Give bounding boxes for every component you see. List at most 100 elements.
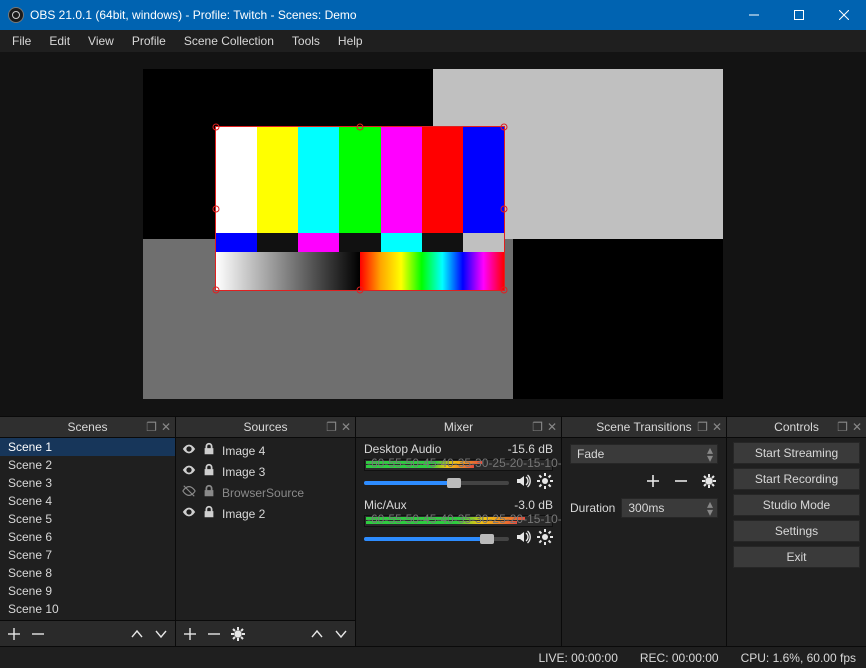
scene-item[interactable]: Scene 2	[0, 456, 175, 474]
scene-item[interactable]: Scene 8	[0, 564, 175, 582]
preview-source-black-2	[513, 239, 723, 399]
scene-toolbar	[0, 620, 175, 646]
source-toolbar	[176, 620, 355, 646]
scene-item[interactable]: Scene 5	[0, 510, 175, 528]
resize-handle-sw[interactable]	[213, 287, 220, 294]
menu-view[interactable]: View	[80, 32, 122, 50]
dock-scenes-header[interactable]: Scenes ❐✕	[0, 416, 175, 438]
scene-item[interactable]: Scene 10	[0, 600, 175, 618]
scene-add-button[interactable]	[6, 626, 22, 642]
dock-transitions-header[interactable]: Scene Transitions ❐✕	[562, 416, 726, 438]
scene-item[interactable]: Scene 3	[0, 474, 175, 492]
menu-file[interactable]: File	[4, 32, 39, 50]
source-item[interactable]: Image 2	[176, 503, 355, 524]
menu-profile[interactable]: Profile	[124, 32, 174, 50]
scene-move-down-button[interactable]	[153, 626, 169, 642]
dock-mixer-header[interactable]: Mixer ❐✕	[356, 416, 561, 438]
source-move-up-button[interactable]	[309, 626, 325, 642]
resize-handle-se[interactable]	[501, 287, 508, 294]
dock-scenes: Scenes ❐✕ Scene 1Scene 2Scene 3Scene 4Sc…	[0, 416, 175, 646]
app-logo-icon	[8, 7, 24, 23]
menu-help[interactable]: Help	[330, 32, 371, 50]
dock-close-icon[interactable]: ✕	[341, 420, 351, 434]
source-item[interactable]: Image 4	[176, 440, 355, 461]
close-button[interactable]	[821, 0, 866, 30]
transition-properties-button[interactable]	[700, 472, 718, 490]
resize-handle-w[interactable]	[213, 205, 220, 212]
transition-add-button[interactable]	[644, 472, 662, 490]
scene-list[interactable]: Scene 1Scene 2Scene 3Scene 4Scene 5Scene…	[0, 438, 175, 620]
dock-transitions: Scene Transitions ❐✕ Fade ▴▾ Duration	[561, 416, 726, 646]
preview-area[interactable]	[0, 52, 866, 416]
mixer-channel-name: Mic/Aux	[364, 498, 407, 512]
dock-sources-header[interactable]: Sources ❐✕	[176, 416, 355, 438]
scene-item[interactable]: Scene 9	[0, 582, 175, 600]
transition-duration-input[interactable]: 300ms ▴▾	[621, 498, 718, 518]
lock-icon[interactable]	[202, 442, 216, 459]
dock-close-icon[interactable]: ✕	[547, 420, 557, 434]
scene-move-up-button[interactable]	[129, 626, 145, 642]
status-cpu: CPU: 1.6%, 60.00 fps	[741, 651, 856, 665]
lock-icon[interactable]	[202, 484, 216, 501]
source-move-down-button[interactable]	[333, 626, 349, 642]
dock-close-icon[interactable]: ✕	[852, 420, 862, 434]
app-window: OBS 21.0.1 (64bit, windows) - Profile: T…	[0, 0, 866, 668]
status-rec: REC: 00:00:00	[640, 651, 719, 665]
menu-scene-collection[interactable]: Scene Collection	[176, 32, 282, 50]
start-streaming-button[interactable]: Start Streaming	[733, 442, 860, 464]
resize-handle-nw[interactable]	[213, 124, 220, 131]
eye-icon[interactable]	[182, 442, 196, 459]
gear-icon[interactable]	[537, 529, 553, 548]
dock-popout-icon[interactable]: ❐	[326, 420, 337, 434]
lock-icon[interactable]	[202, 463, 216, 480]
eye-off-icon[interactable]	[182, 484, 196, 501]
dock-popout-icon[interactable]: ❐	[146, 420, 157, 434]
source-properties-button[interactable]	[230, 626, 246, 642]
mixer-channel-db: -3.0 dB	[514, 498, 553, 512]
source-list[interactable]: Image 4Image 3BrowserSourceImage 2	[176, 438, 355, 620]
mixer-channel: Desktop Audio-15.6 dB-60-55-50-45-40-35-…	[364, 442, 553, 492]
menu-edit[interactable]: Edit	[41, 32, 78, 50]
transition-duration-label: Duration	[570, 501, 615, 515]
source-add-button[interactable]	[182, 626, 198, 642]
dock-close-icon[interactable]: ✕	[161, 420, 171, 434]
studio-mode-button[interactable]: Studio Mode	[733, 494, 860, 516]
scene-remove-button[interactable]	[30, 626, 46, 642]
volume-slider[interactable]	[364, 481, 509, 485]
minimize-button[interactable]	[731, 0, 776, 30]
lock-icon[interactable]	[202, 505, 216, 522]
dock-popout-icon[interactable]: ❐	[532, 420, 543, 434]
menu-tools[interactable]: Tools	[284, 32, 328, 50]
source-item[interactable]: BrowserSource	[176, 482, 355, 503]
scene-item[interactable]: Scene 1	[0, 438, 175, 456]
resize-handle-ne[interactable]	[501, 124, 508, 131]
dock-close-icon[interactable]: ✕	[712, 420, 722, 434]
dock-popout-icon[interactable]: ❐	[697, 420, 708, 434]
exit-button[interactable]: Exit	[733, 546, 860, 568]
resize-handle-e[interactable]	[501, 205, 508, 212]
scene-item[interactable]: Scene 4	[0, 492, 175, 510]
transition-remove-button[interactable]	[672, 472, 690, 490]
start-recording-button[interactable]: Start Recording	[733, 468, 860, 490]
status-bar: LIVE: 00:00:00 REC: 00:00:00 CPU: 1.6%, …	[0, 646, 866, 668]
eye-icon[interactable]	[182, 463, 196, 480]
transition-select[interactable]: Fade ▴▾	[570, 444, 718, 464]
preview-canvas[interactable]	[143, 69, 723, 399]
preview-selected-source[interactable]	[215, 126, 505, 291]
settings-button[interactable]: Settings	[733, 520, 860, 542]
gear-icon[interactable]	[537, 473, 553, 492]
resize-handle-s[interactable]	[357, 287, 364, 294]
dock-popout-icon[interactable]: ❐	[837, 420, 848, 434]
source-remove-button[interactable]	[206, 626, 222, 642]
speaker-icon[interactable]	[515, 473, 531, 492]
mixer-channel-db: -15.6 dB	[508, 442, 553, 456]
resize-handle-n[interactable]	[357, 124, 364, 131]
scene-item[interactable]: Scene 7	[0, 546, 175, 564]
scene-item[interactable]: Scene 6	[0, 528, 175, 546]
volume-slider[interactable]	[364, 537, 509, 541]
eye-icon[interactable]	[182, 505, 196, 522]
dock-controls-header[interactable]: Controls ❐✕	[727, 416, 866, 438]
source-item[interactable]: Image 3	[176, 461, 355, 482]
maximize-button[interactable]	[776, 0, 821, 30]
speaker-icon[interactable]	[515, 529, 531, 548]
